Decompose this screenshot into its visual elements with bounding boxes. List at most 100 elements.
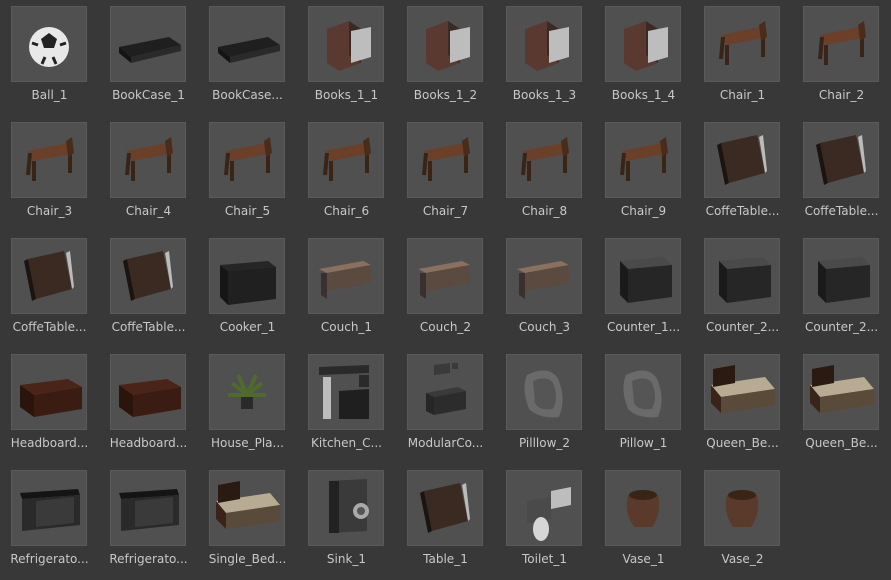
asset-tile[interactable]: Table_1 xyxy=(397,464,496,580)
asset-tile[interactable]: Couch_1 xyxy=(298,232,397,348)
asset-tile[interactable]: CoffeTable... xyxy=(694,116,793,232)
asset-tile[interactable]: Chair_6 xyxy=(298,116,397,232)
asset-tile[interactable]: CoffeTable... xyxy=(793,116,891,232)
chair-icon xyxy=(209,122,285,198)
asset-tile[interactable]: Headboard... xyxy=(1,348,100,464)
asset-label: Table_1 xyxy=(423,552,468,566)
asset-tile[interactable]: Cooker_1 xyxy=(199,232,298,348)
ball-icon xyxy=(11,6,87,82)
asset-label: House_Pla... xyxy=(211,436,284,450)
asset-label: Books_1_4 xyxy=(611,88,676,102)
asset-tile[interactable]: Refrigerato... xyxy=(1,464,100,580)
books-icon xyxy=(605,6,681,82)
asset-tile[interactable]: ModularCo... xyxy=(397,348,496,464)
asset-tile[interactable]: Couch_3 xyxy=(496,232,595,348)
asset-label: Chair_3 xyxy=(26,204,73,218)
asset-label: BookCase... xyxy=(212,88,283,102)
asset-tile[interactable]: Sink_1 xyxy=(298,464,397,580)
asset-tile[interactable]: Pilllow_2 xyxy=(496,348,595,464)
chair-icon xyxy=(605,122,681,198)
asset-label: Couch_2 xyxy=(419,320,472,334)
asset-tile[interactable]: Couch_2 xyxy=(397,232,496,348)
bookcase-icon xyxy=(209,6,285,82)
asset-label: Queen_Be... xyxy=(706,436,779,450)
asset-tile[interactable]: Chair_9 xyxy=(595,116,694,232)
couch-icon xyxy=(506,238,582,314)
asset-label: ModularCo... xyxy=(407,436,484,450)
table-icon xyxy=(110,238,186,314)
asset-label: Books_1_3 xyxy=(512,88,577,102)
vase-icon xyxy=(605,470,681,546)
asset-tile[interactable]: Chair_8 xyxy=(496,116,595,232)
asset-tile[interactable]: Queen_Be... xyxy=(793,348,891,464)
asset-tile[interactable]: Books_1_4 xyxy=(595,0,694,116)
vase-icon xyxy=(704,470,780,546)
asset-label: Pilllow_2 xyxy=(518,436,571,450)
books-icon xyxy=(308,6,384,82)
asset-tile[interactable]: Books_1_1 xyxy=(298,0,397,116)
sink-icon xyxy=(308,470,384,546)
asset-label: Kitchen_C... xyxy=(311,436,382,450)
asset-label: Counter_2... xyxy=(705,320,780,334)
cooker-icon xyxy=(209,238,285,314)
asset-tile[interactable]: Chair_5 xyxy=(199,116,298,232)
asset-tile[interactable]: Chair_7 xyxy=(397,116,496,232)
chair-icon xyxy=(110,122,186,198)
asset-tile[interactable]: BookCase... xyxy=(199,0,298,116)
asset-tile[interactable]: CoffeTable... xyxy=(1,232,100,348)
bed-icon xyxy=(803,354,879,430)
asset-tile[interactable]: Chair_1 xyxy=(694,0,793,116)
asset-tile[interactable]: Toilet_1 xyxy=(496,464,595,580)
asset-label: CoffeTable... xyxy=(804,204,879,218)
asset-label: Chair_1 xyxy=(719,88,766,102)
bed-icon xyxy=(209,470,285,546)
asset-label: Books_1_1 xyxy=(314,88,379,102)
asset-tile[interactable]: Counter_2... xyxy=(793,232,891,348)
asset-grid: Ball_1 BookCase_1 BookCase... Books_1_1 Book… xyxy=(0,0,891,575)
asset-label: Chair_4 xyxy=(125,204,172,218)
chair-icon xyxy=(407,122,483,198)
asset-tile[interactable]: Headboard... xyxy=(100,348,199,464)
table-icon xyxy=(407,470,483,546)
asset-label: Chair_8 xyxy=(521,204,568,218)
asset-tile[interactable]: Refrigerato... xyxy=(100,464,199,580)
asset-tile[interactable]: Chair_4 xyxy=(100,116,199,232)
asset-tile[interactable]: Ball_1 xyxy=(1,0,100,116)
headboard-icon xyxy=(11,354,87,430)
asset-label: CoffeTable... xyxy=(12,320,87,334)
asset-label: CoffeTable... xyxy=(705,204,780,218)
table-icon xyxy=(803,122,879,198)
asset-label: Counter_2... xyxy=(804,320,879,334)
asset-tile[interactable]: Pillow_1 xyxy=(595,348,694,464)
asset-label: Couch_3 xyxy=(518,320,571,334)
chair-icon xyxy=(11,122,87,198)
chair-icon xyxy=(803,6,879,82)
asset-tile[interactable]: Books_1_3 xyxy=(496,0,595,116)
asset-tile[interactable]: Books_1_2 xyxy=(397,0,496,116)
asset-tile[interactable]: Kitchen_C... xyxy=(298,348,397,464)
asset-tile[interactable]: Vase_2 xyxy=(694,464,793,580)
refrigerator-icon xyxy=(11,470,87,546)
asset-tile[interactable]: CoffeTable... xyxy=(100,232,199,348)
asset-tile[interactable]: Vase_1 xyxy=(595,464,694,580)
asset-tile[interactable]: Chair_3 xyxy=(1,116,100,232)
books-icon xyxy=(407,6,483,82)
asset-label: Chair_7 xyxy=(422,204,469,218)
pillow-icon xyxy=(506,354,582,430)
counter-icon xyxy=(803,238,879,314)
asset-tile[interactable]: House_Pla... xyxy=(199,348,298,464)
asset-label: Toilet_1 xyxy=(521,552,568,566)
pillow-icon xyxy=(605,354,681,430)
asset-tile[interactable]: Queen_Be... xyxy=(694,348,793,464)
chair-icon xyxy=(506,122,582,198)
asset-tile[interactable]: Chair_2 xyxy=(793,0,891,116)
asset-tile[interactable]: BookCase_1 xyxy=(100,0,199,116)
books-icon xyxy=(506,6,582,82)
asset-label: Refrigerato... xyxy=(10,552,89,566)
asset-tile[interactable]: Counter_1... xyxy=(595,232,694,348)
asset-tile[interactable]: Counter_2... xyxy=(694,232,793,348)
asset-label: Chair_6 xyxy=(323,204,370,218)
bed-icon xyxy=(704,354,780,430)
asset-label: BookCase_1 xyxy=(112,88,185,102)
asset-tile[interactable]: Single_Bed... xyxy=(199,464,298,580)
